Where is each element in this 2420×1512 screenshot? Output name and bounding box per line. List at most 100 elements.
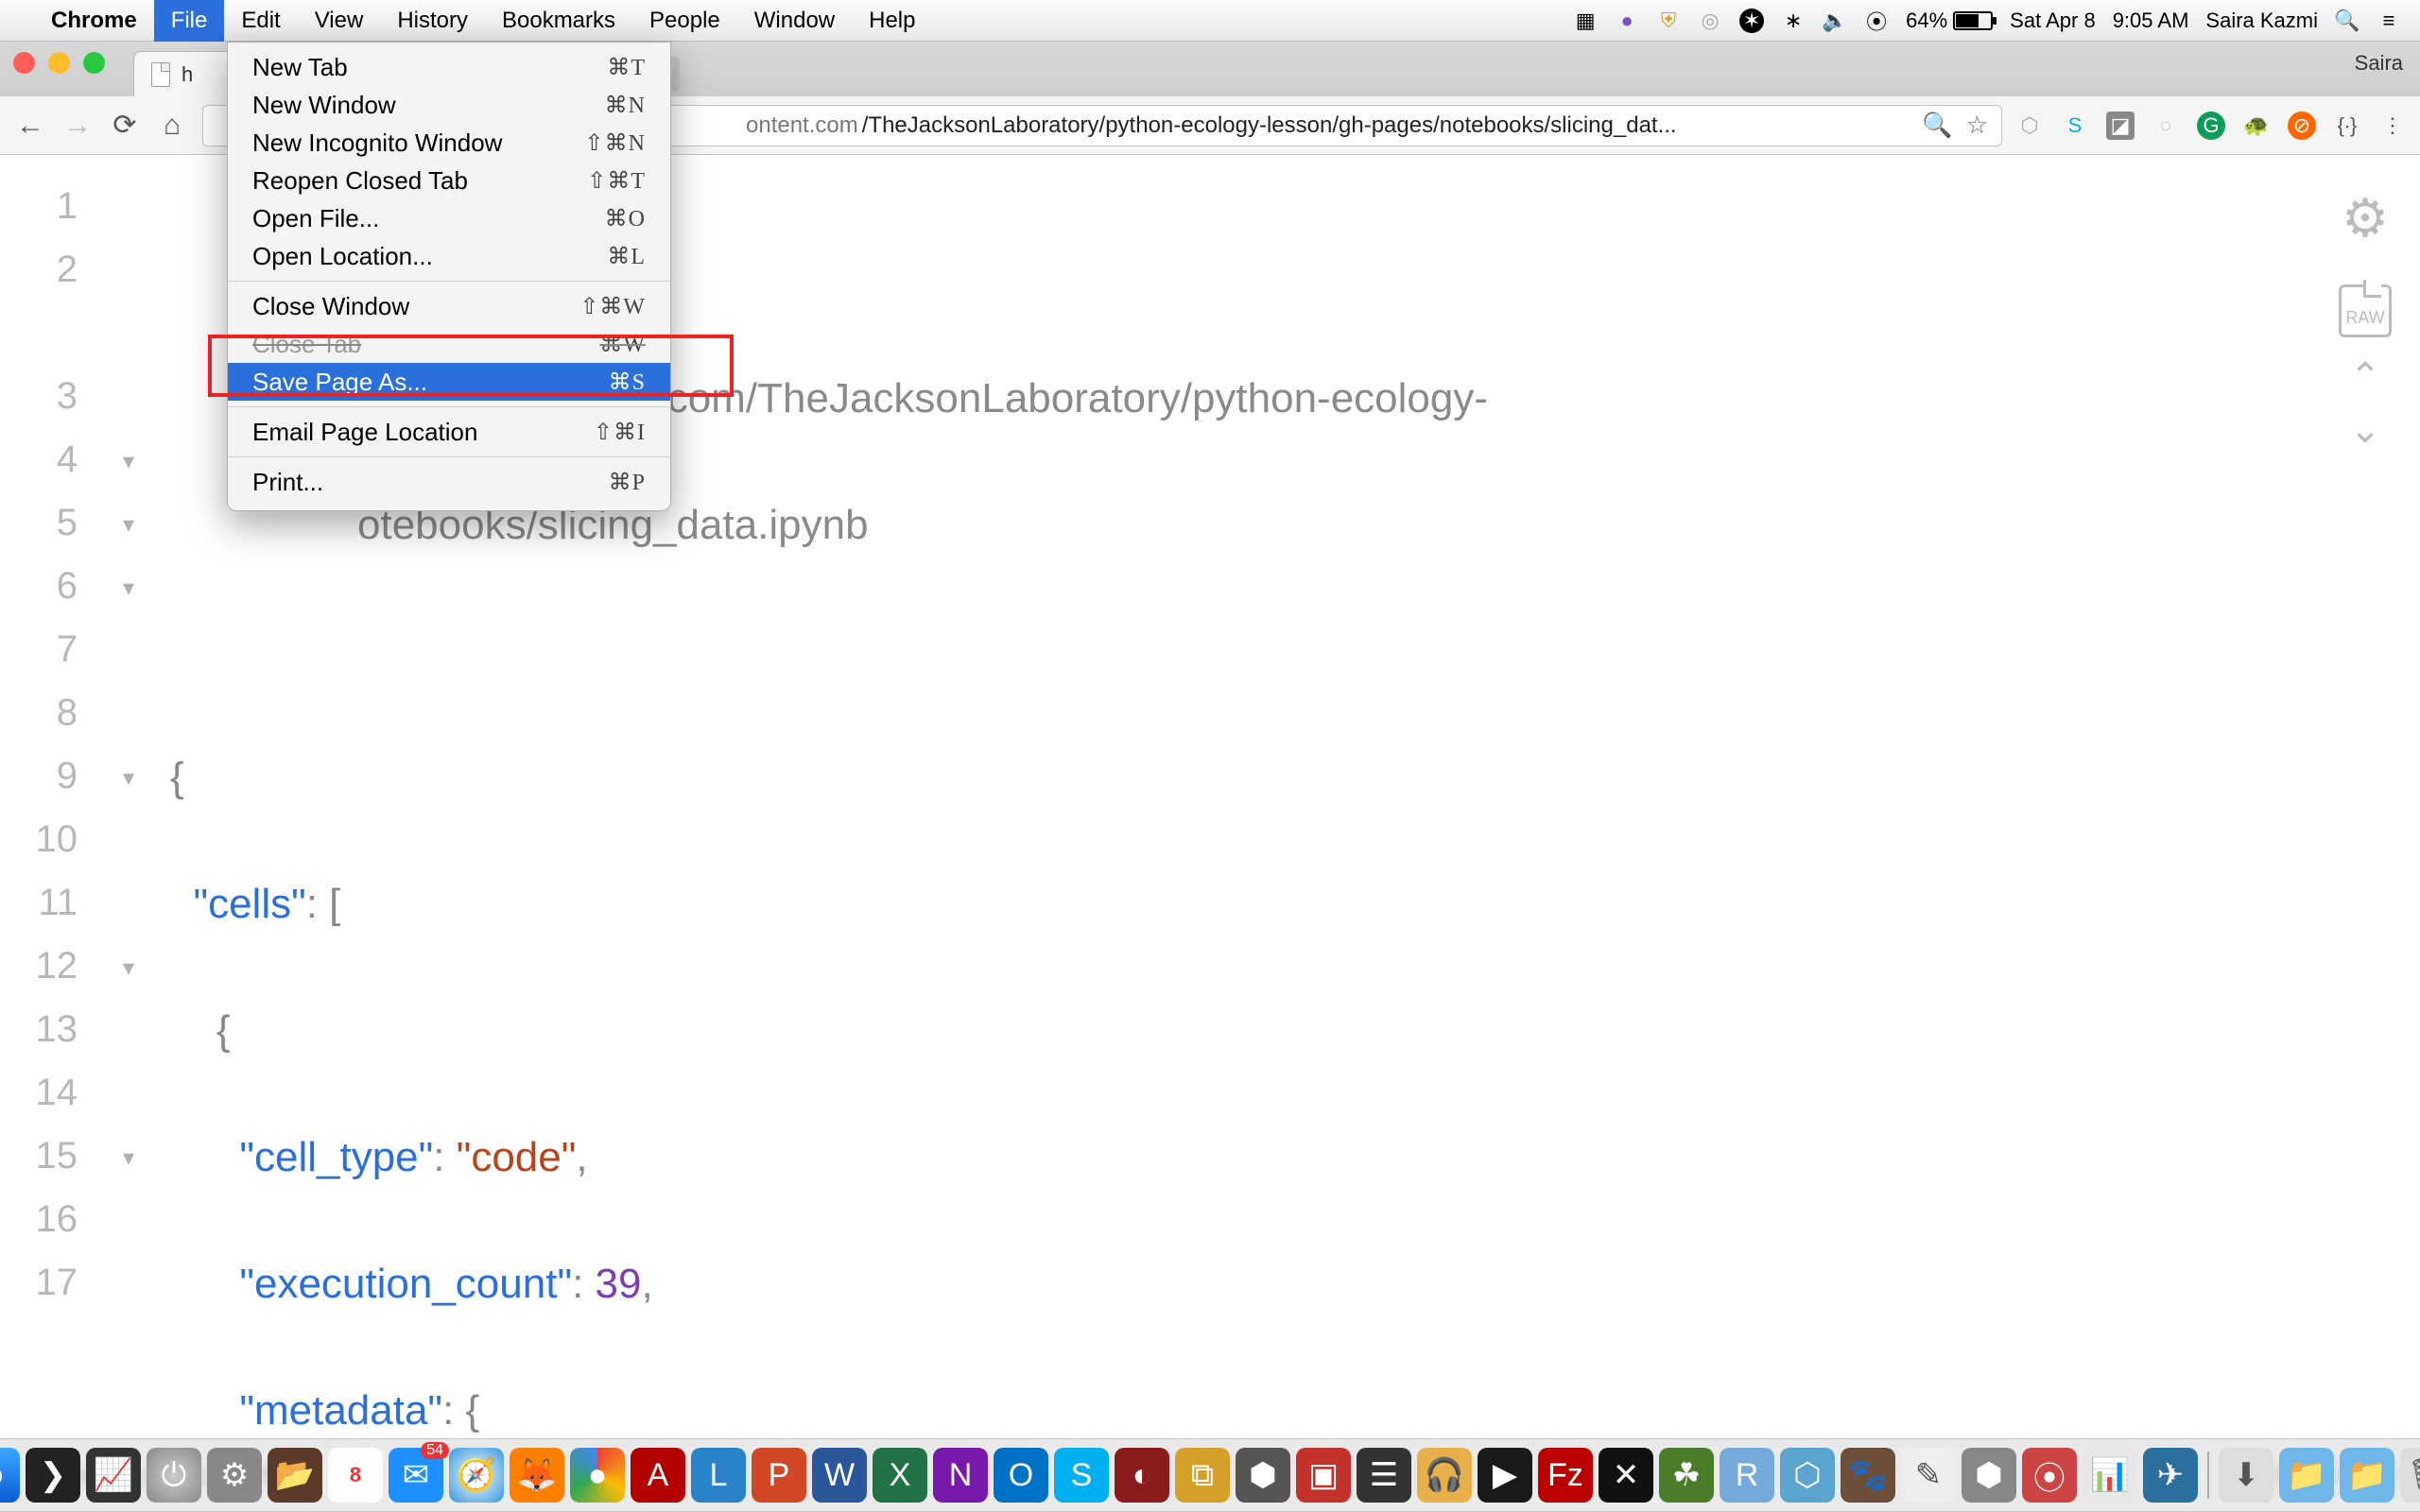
menu-list-icon[interactable]: ≡: [2377, 9, 2401, 33]
dock-app[interactable]: ◐: [1115, 1448, 1169, 1503]
menubar-extra-icon[interactable]: ●: [1615, 9, 1639, 33]
menubar-time[interactable]: 9:05 AM: [2113, 9, 2189, 33]
dock-app[interactable]: ☰: [1357, 1448, 1411, 1503]
dock-filezilla[interactable]: Fz: [1538, 1448, 1593, 1503]
menu-email-page[interactable]: Email Page Location⇧⌘I: [228, 413, 670, 451]
extension-icon[interactable]: G: [2197, 112, 2225, 140]
bluetooth-icon[interactable]: ∗: [1781, 9, 1806, 33]
help-menu[interactable]: Help: [852, 0, 932, 42]
dock-app[interactable]: ☘: [1659, 1448, 1714, 1503]
dock-app[interactable]: ▣: [1296, 1448, 1351, 1503]
dock-app[interactable]: ⬡: [1780, 1448, 1835, 1503]
dock-outlook[interactable]: O: [994, 1448, 1048, 1503]
menu-new-window[interactable]: New Window⌘N: [228, 86, 670, 124]
nav-home-button[interactable]: ⌂: [155, 109, 189, 143]
dock-trash[interactable]: 🗑: [2400, 1448, 2420, 1503]
extension-icon[interactable]: S: [2061, 112, 2089, 140]
extension-icon[interactable]: 🐢: [2242, 112, 2271, 140]
dock-app[interactable]: ✎: [1901, 1448, 1956, 1503]
fold-toggle[interactable]: ▾: [112, 937, 146, 1001]
wifi-icon[interactable]: ⦿: [1864, 9, 1889, 33]
bookmark-star-icon[interactable]: ☆: [1966, 111, 1988, 140]
extension-icon[interactable]: ○: [2152, 112, 2180, 140]
dock-preferences[interactable]: ⚙: [207, 1448, 262, 1503]
people-menu[interactable]: People: [632, 0, 737, 42]
bookmarks-menu[interactable]: Bookmarks: [485, 0, 632, 42]
dock-acrobat[interactable]: A: [631, 1448, 685, 1503]
menu-open-file[interactable]: Open File...⌘O: [228, 199, 670, 237]
raw-button[interactable]: RAW: [2339, 284, 2392, 337]
spotlight-icon[interactable]: 🔍: [2335, 9, 2360, 33]
menubar-user[interactable]: Saira Kazmi: [2205, 9, 2318, 33]
dock-app[interactable]: L: [691, 1448, 746, 1503]
chevron-down-icon[interactable]: ⌄: [2349, 417, 2381, 443]
dock-app[interactable]: ▶: [1478, 1448, 1532, 1503]
dock-app[interactable]: ✕: [1599, 1448, 1653, 1503]
window-zoom-button[interactable]: [83, 52, 105, 74]
nav-back-button[interactable]: ←: [13, 109, 47, 143]
dock-terminal[interactable]: ❯: [26, 1448, 80, 1503]
app-menu[interactable]: Chrome: [34, 0, 154, 42]
dock-app[interactable]: 📂: [268, 1448, 322, 1503]
view-menu[interactable]: View: [298, 0, 381, 42]
fold-toggle[interactable]: ▾: [112, 494, 146, 558]
dock-finder[interactable]: ☻: [0, 1448, 20, 1503]
menubar-extra-icon[interactable]: ⛨: [1656, 9, 1681, 33]
dock-chrome[interactable]: ●: [570, 1448, 625, 1503]
dock-app[interactable]: ⦿: [2022, 1448, 2077, 1503]
menubar-extra-icon[interactable]: ◎: [1698, 9, 1722, 33]
fold-toggle[interactable]: ▾: [112, 747, 146, 811]
volume-icon[interactable]: 🔈: [1823, 9, 1847, 33]
menu-print[interactable]: Print...⌘P: [228, 463, 670, 501]
nav-reload-button[interactable]: ⟳: [108, 109, 142, 143]
dock-app[interactable]: ✈: [2143, 1448, 2198, 1503]
zoom-icon[interactable]: 🔍: [1922, 111, 1952, 140]
fold-toggle[interactable]: ▾: [112, 1127, 146, 1191]
gear-icon[interactable]: ⚙: [2342, 178, 2389, 258]
chevron-up-icon[interactable]: ⌃: [2349, 364, 2381, 390]
dock-calendar[interactable]: 8: [328, 1448, 383, 1503]
dock-app[interactable]: 🎧: [1417, 1448, 1472, 1503]
profile-name[interactable]: Saira: [2355, 51, 2403, 76]
menu-new-incognito[interactable]: New Incognito Window⇧⌘N: [228, 124, 670, 162]
menubar-extra-icon[interactable]: ✶: [1739, 9, 1764, 33]
battery-indicator[interactable]: 64%: [1906, 9, 1993, 33]
dock-activity[interactable]: 📈: [86, 1448, 141, 1503]
apple-menu[interactable]: [0, 0, 34, 42]
dock-folder[interactable]: 📁: [2279, 1448, 2334, 1503]
dock-rstudio[interactable]: R: [1720, 1448, 1774, 1503]
dock-mail[interactable]: ✉54: [389, 1448, 443, 1503]
dock-app[interactable]: ⬢: [1236, 1448, 1290, 1503]
menu-reopen-tab[interactable]: Reopen Closed Tab⇧⌘T: [228, 162, 670, 199]
menu-open-location[interactable]: Open Location...⌘L: [228, 237, 670, 275]
dock-app[interactable]: ⏻: [147, 1448, 201, 1503]
menu-new-tab[interactable]: New Tab⌘T: [228, 48, 670, 86]
dock-downloads[interactable]: ⬇: [2219, 1448, 2273, 1503]
extension-icon[interactable]: ⊘: [2288, 112, 2316, 140]
extension-icon[interactable]: ◪: [2106, 112, 2135, 140]
nav-forward-button[interactable]: →: [60, 109, 95, 143]
extension-icon[interactable]: {∙}: [2333, 112, 2361, 140]
dock-excel[interactable]: X: [873, 1448, 927, 1503]
menu-close-window[interactable]: Close Window⇧⌘W: [228, 287, 670, 325]
window-menu[interactable]: Window: [737, 0, 852, 42]
dock-word[interactable]: W: [812, 1448, 867, 1503]
extension-icon[interactable]: ⬡: [2015, 112, 2044, 140]
dock-skype[interactable]: S: [1054, 1448, 1109, 1503]
fold-toggle[interactable]: ▾: [112, 558, 146, 621]
dock-app[interactable]: 📊: [2083, 1448, 2137, 1503]
dock-onenote[interactable]: N: [933, 1448, 988, 1503]
window-close-button[interactable]: [13, 52, 35, 74]
dock-powerpoint[interactable]: P: [752, 1448, 806, 1503]
dock-app[interactable]: ⧉: [1175, 1448, 1230, 1503]
dock-folder[interactable]: 📁: [2340, 1448, 2394, 1503]
dock-app[interactable]: 🐾: [1841, 1448, 1895, 1503]
dock-firefox[interactable]: 🦊: [510, 1448, 564, 1503]
dock-app[interactable]: ⬢: [1962, 1448, 2016, 1503]
chrome-menu-icon[interactable]: ⋮: [2378, 112, 2407, 140]
fold-toggle[interactable]: ▾: [112, 431, 146, 494]
dock-safari[interactable]: 🧭: [449, 1448, 504, 1503]
menubar-date[interactable]: Sat Apr 8: [2010, 9, 2096, 33]
window-minimize-button[interactable]: [48, 52, 70, 74]
history-menu[interactable]: History: [380, 0, 485, 42]
